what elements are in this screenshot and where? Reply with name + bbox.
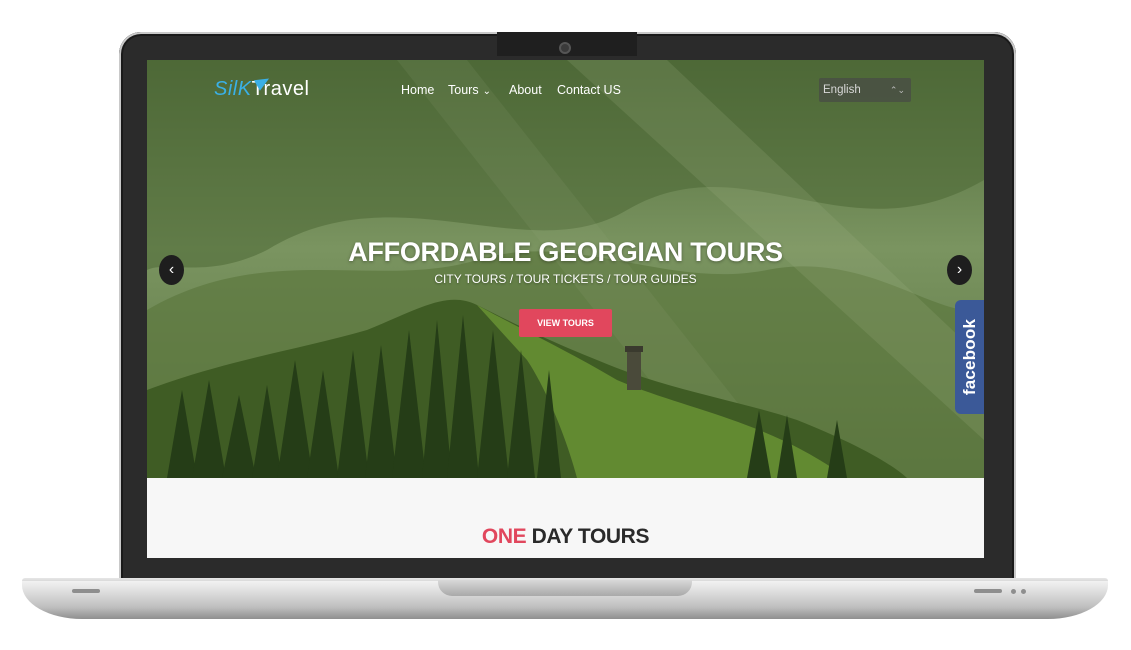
chevron-left-icon: ‹ (168, 261, 175, 278)
section-title: ONE DAY TOURS (147, 525, 984, 549)
nav-contact[interactable]: Contact US (557, 83, 621, 97)
language-select-value: English (823, 84, 861, 96)
slider-prev-button[interactable]: ‹ (159, 255, 184, 285)
webcam-icon (561, 44, 569, 52)
hero-background-image (147, 60, 984, 478)
section-title-accent: ONE (481, 525, 527, 548)
nav-tours[interactable]: Tours ⌄ (448, 83, 491, 97)
nav-home[interactable]: Home (401, 83, 434, 97)
hero-slider: SilKTravel Home Tours ⌄ About Contact US … (147, 60, 984, 478)
select-arrows-icon: ⌃⌄ (889, 85, 905, 95)
laptop-port-dot (1021, 589, 1026, 594)
chevron-right-icon: › (956, 261, 963, 278)
site-logo[interactable]: SilKTravel (214, 73, 309, 101)
facebook-tab-label: facebook (959, 318, 979, 396)
view-tours-button[interactable]: VIEW TOURS (519, 309, 612, 337)
slider-next-button[interactable]: › (947, 255, 972, 285)
nav-contact-label: Contact US (557, 83, 621, 97)
laptop-port-dot (1011, 589, 1016, 594)
facebook-tab[interactable]: facebook (955, 300, 984, 414)
hero-subtitle: CITY TOURS / TOUR TICKETS / TOUR GUIDES (434, 272, 697, 286)
laptop-opening-notch (438, 580, 692, 596)
nav-tours-label: Tours (448, 83, 479, 97)
nav-home-label: Home (401, 83, 435, 97)
hero-title: AFFORDABLE GEORGIAN TOURS (348, 237, 783, 267)
logo-text-silk: SilK (214, 78, 252, 100)
section-title-rest: DAY TOURS (526, 525, 650, 548)
language-select[interactable]: English ⌃⌄ (819, 78, 911, 102)
laptop-vent-left (72, 589, 100, 593)
nav-about-label: About (509, 83, 542, 97)
nav-about[interactable]: About (509, 83, 542, 97)
chevron-down-icon: ⌄ (482, 86, 491, 97)
laptop-vent-right (974, 589, 1002, 593)
browser-screen: SilKTravel Home Tours ⌄ About Contact US … (147, 60, 984, 558)
navbar: SilKTravel Home Tours ⌄ About Contact US … (147, 60, 984, 120)
